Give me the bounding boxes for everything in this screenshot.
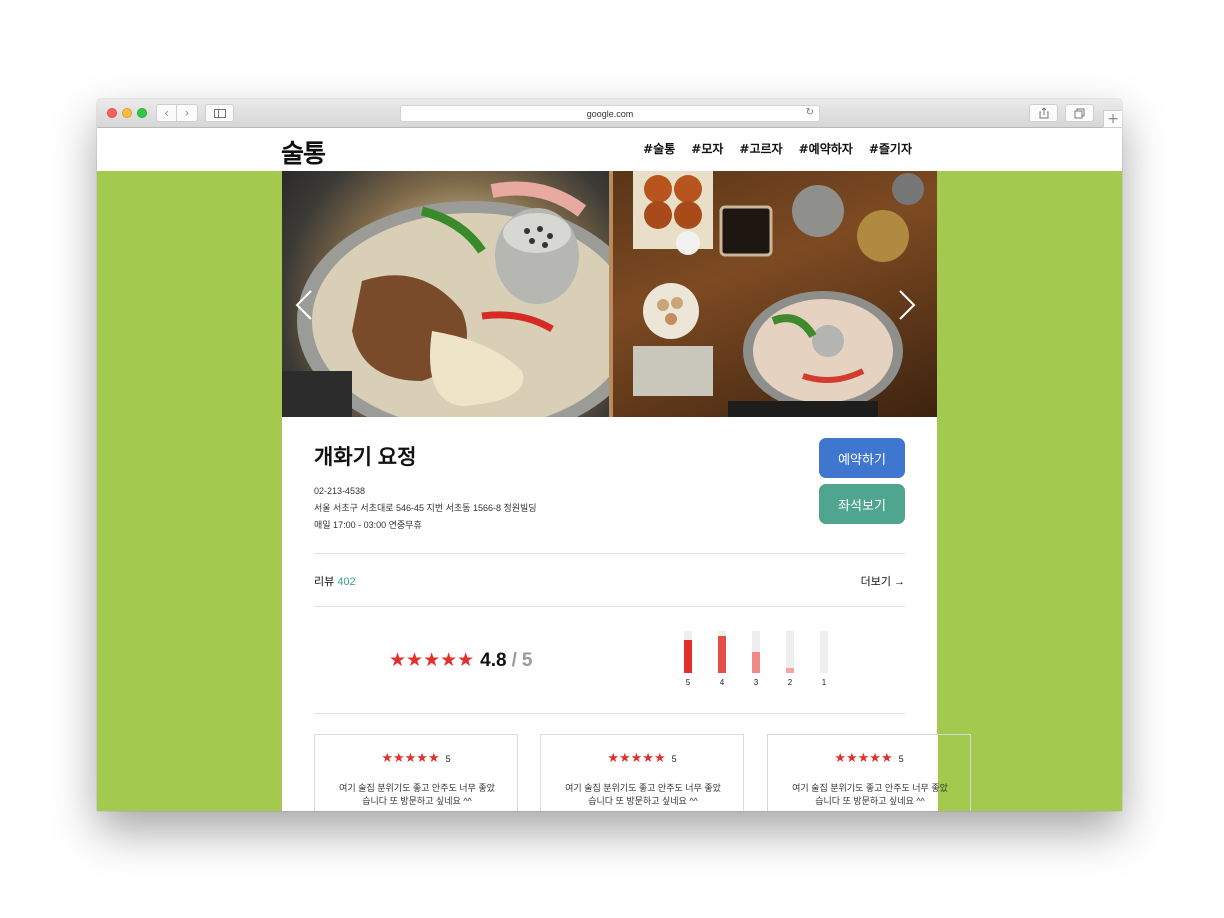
photo-carousel[interactable] [282,171,937,417]
carousel-photo-hotpot [282,171,609,417]
review-card-stars: ★★★★★ [607,751,666,766]
histogram-bar-4 [718,631,726,673]
show-tabs-button[interactable] [1065,104,1094,122]
site-background: 술통 #술통 #모자 #고르자 #예약하자 #즐기자 개화기 요정 02-213… [97,128,1122,811]
section-divider [314,713,905,714]
rating-stars: ★★★★★ [389,649,475,671]
browser-window: ‹ › google.com ↻ + 술통 #술통 #모자 #고르자 #예약하자… [97,99,1122,811]
nav-item-enjoy[interactable]: #즐기자 [869,140,912,157]
review-label-text: 리뷰 [314,576,335,588]
browser-toolbar: ‹ › google.com ↻ + [97,99,1122,128]
rating-histogram: 5 4 3 2 1 [680,631,840,691]
reserve-button[interactable]: 예약하기 [819,438,905,478]
sidebar-toggle-button[interactable] [205,104,234,122]
histogram-fill-5 [684,640,692,673]
review-label: 리뷰 402 [314,573,356,589]
url-text: google.com [586,108,634,119]
section-divider [314,553,905,554]
back-button[interactable]: ‹ [156,104,177,122]
review-card[interactable]: ★★★★★ 5 여기 술집 분위기도 좋고 안주도 너무 좋았습니다 또 방문하고… [314,734,518,811]
review-card-text: 여기 술집 분위기도 좋고 안주도 너무 좋았습니다 또 방문하고 싶네요 ^^ [339,783,495,806]
rating-score: 4.8 [480,650,507,671]
histogram-label-3: 3 [753,678,759,687]
site-logo[interactable]: 술통 [281,134,326,170]
review-card-score: 5 [445,754,451,764]
histogram-bar-1 [820,631,828,673]
address-bar[interactable]: google.com ↻ [400,105,820,122]
more-reviews-link[interactable]: 더보기 → [861,573,905,589]
histogram-label-1: 1 [821,678,827,687]
review-card[interactable]: ★★★★★ 5 여기 술집 분위기도 좋고 안주도 너무 좋았습니다 또 방문하고… [767,734,971,811]
review-card-rating: ★★★★★ 5 [315,750,517,766]
site-header: 술통 #술통 #모자 #고르자 #예약하자 #즐기자 [97,128,1122,171]
view-seats-button[interactable]: 좌석보기 [819,484,905,524]
nav-item-goreuja[interactable]: #고르자 [739,140,782,157]
share-button[interactable] [1029,104,1058,122]
store-hours: 매일 17:00 - 03:00 연중무휴 [314,520,422,530]
forward-icon: › [184,106,190,120]
store-address: 서울 서초구 서초대로 546-45 지번 서초동 1566-8 정원빌딩 [314,503,537,513]
section-divider [314,606,905,607]
review-card-rating: ★★★★★ 5 [541,750,743,766]
review-card-stars: ★★★★★ [834,751,893,766]
nav-item-reserve[interactable]: #예약하자 [799,140,853,157]
histogram-bar-3 [752,631,760,673]
zoom-window-button[interactable] [137,108,147,118]
forward-button[interactable]: › [177,104,198,122]
review-card-rating: ★★★★★ 5 [768,750,970,766]
carousel-photo-table-spread [613,171,937,417]
review-count: 402 [337,576,356,588]
back-icon: ‹ [164,106,169,120]
carousel-next-icon[interactable] [897,289,917,321]
store-phone: 02-213-4538 [314,486,366,496]
histogram-label-5: 5 [685,678,691,687]
share-icon [1039,107,1048,119]
review-card-score: 5 [671,754,677,764]
histogram-label-4: 4 [719,678,725,687]
review-card-score: 5 [898,754,904,764]
sidebar-icon [213,108,226,118]
store-detail-panel: 개화기 요정 02-213-4538 서울 서초구 서초대로 546-45 지번… [282,171,937,811]
reload-icon[interactable]: ↻ [806,107,814,118]
histogram-bar-2 [786,631,794,673]
store-info: 개화기 요정 02-213-4538 서울 서초구 서초대로 546-45 지번… [314,441,537,534]
rating-separator: / [511,650,517,671]
main-nav: #술통 #모자 #고르자 #예약하자 #즐기자 [643,140,912,157]
review-card-text: 여기 술집 분위기도 좋고 안주도 너무 좋았습니다 또 방문하고 싶네요 ^^ [792,783,948,806]
review-card-stars: ★★★★★ [381,751,440,766]
histogram-fill-3 [752,652,760,673]
rating-max: 5 [521,650,533,671]
minimize-window-button[interactable] [122,108,132,118]
nav-item-suldong[interactable]: #술통 [643,140,675,157]
histogram-fill-4 [718,636,726,673]
store-name: 개화기 요정 [314,446,417,469]
rating-summary: ★★★★★ 4.8 / 5 [389,649,532,672]
review-header: 리뷰 402 더보기 → [314,573,905,589]
histogram-label-2: 2 [787,678,793,687]
new-tab-button[interactable]: + [1103,110,1122,128]
histogram-fill-2 [786,668,794,673]
nav-item-moja[interactable]: #모자 [691,140,723,157]
review-card[interactable]: ★★★★★ 5 여기 술집 분위기도 좋고 안주도 너무 좋았습니다 또 방문하고… [540,734,744,811]
plus-icon: + [1107,111,1119,127]
tabs-icon [1074,108,1084,118]
history-nav: ‹ › [156,104,199,122]
histogram-bar-5 [684,631,692,673]
review-card-text: 여기 술집 분위기도 좋고 안주도 너무 좋았습니다 또 방문하고 싶네요 ^^ [565,783,721,806]
carousel-prev-icon[interactable] [294,289,314,321]
close-window-button[interactable] [107,108,117,118]
